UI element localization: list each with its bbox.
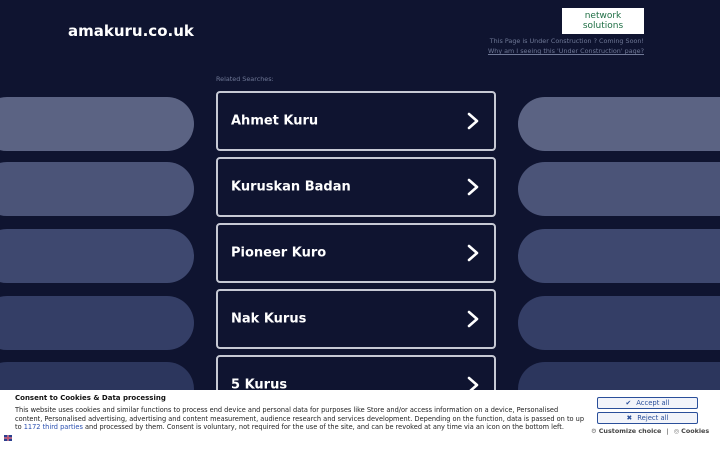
network-solutions-logo[interactable]: network solutions bbox=[562, 8, 644, 34]
related-search-label: Nak Kurus bbox=[231, 311, 307, 327]
chevron-right-icon bbox=[467, 112, 479, 130]
logo-line1: network bbox=[584, 11, 622, 21]
construction-notice: This Page is Under Construction ? Coming… bbox=[488, 36, 644, 56]
close-icon: ✖ bbox=[626, 414, 633, 422]
consent-secondary-links: ⚙ Customize choice | ◎ Cookies bbox=[591, 427, 709, 435]
related-search-label: Kuruskan Badan bbox=[231, 179, 351, 195]
site-domain-title: amakuru.co.uk bbox=[68, 22, 194, 40]
third-parties-link[interactable]: 1172 third parties bbox=[24, 423, 83, 431]
related-search-item[interactable]: Ahmet Kuru bbox=[216, 91, 496, 151]
construction-info-link[interactable]: Why am I seeing this 'Under Construction… bbox=[488, 47, 644, 55]
cookie-icon: ◎ bbox=[673, 427, 680, 435]
side-pill-right bbox=[518, 162, 720, 216]
related-search-item[interactable]: Pioneer Kuro bbox=[216, 223, 496, 283]
chevron-right-icon bbox=[467, 244, 479, 262]
checkmark-icon: ✔ bbox=[625, 399, 632, 407]
chevron-right-icon bbox=[467, 310, 479, 328]
side-pill-left bbox=[0, 97, 194, 151]
related-search-item[interactable]: Nak Kurus bbox=[216, 289, 496, 349]
link-separator: | bbox=[666, 427, 669, 435]
side-pill-left bbox=[0, 296, 194, 350]
side-pill-left bbox=[0, 229, 194, 283]
side-pill-right bbox=[518, 229, 720, 283]
reject-all-label: Reject all bbox=[637, 414, 669, 422]
logo-line2: solutions bbox=[582, 21, 624, 31]
consent-text-part2: and processed by them. Consent is volunt… bbox=[82, 423, 564, 432]
customize-choice-link[interactable]: Customize choice bbox=[599, 427, 662, 435]
reject-all-button[interactable]: ✖ Reject all bbox=[597, 412, 698, 424]
construction-text: This Page is Under Construction ? Coming… bbox=[489, 37, 644, 45]
related-search-label: Pioneer Kuro bbox=[231, 245, 327, 261]
related-search-label: Ahmet Kuru bbox=[231, 113, 319, 129]
side-pill-left bbox=[0, 162, 194, 216]
accept-all-label: Accept all bbox=[636, 399, 670, 407]
chevron-right-icon bbox=[467, 178, 479, 196]
side-pill-right bbox=[518, 296, 720, 350]
consent-text: This website uses cookies and similar fu… bbox=[15, 406, 587, 432]
consent-title: Consent to Cookies & Data processing bbox=[15, 394, 166, 402]
gear-icon: ⚙ bbox=[591, 427, 597, 435]
side-pill-right bbox=[518, 97, 720, 151]
accept-all-button[interactable]: ✔ Accept all bbox=[597, 397, 698, 409]
cookies-link[interactable]: Cookies bbox=[681, 427, 709, 435]
uk-flag-icon[interactable] bbox=[4, 435, 12, 441]
related-search-item[interactable]: Kuruskan Badan bbox=[216, 157, 496, 217]
related-searches-label: Related Searches: bbox=[216, 75, 274, 83]
